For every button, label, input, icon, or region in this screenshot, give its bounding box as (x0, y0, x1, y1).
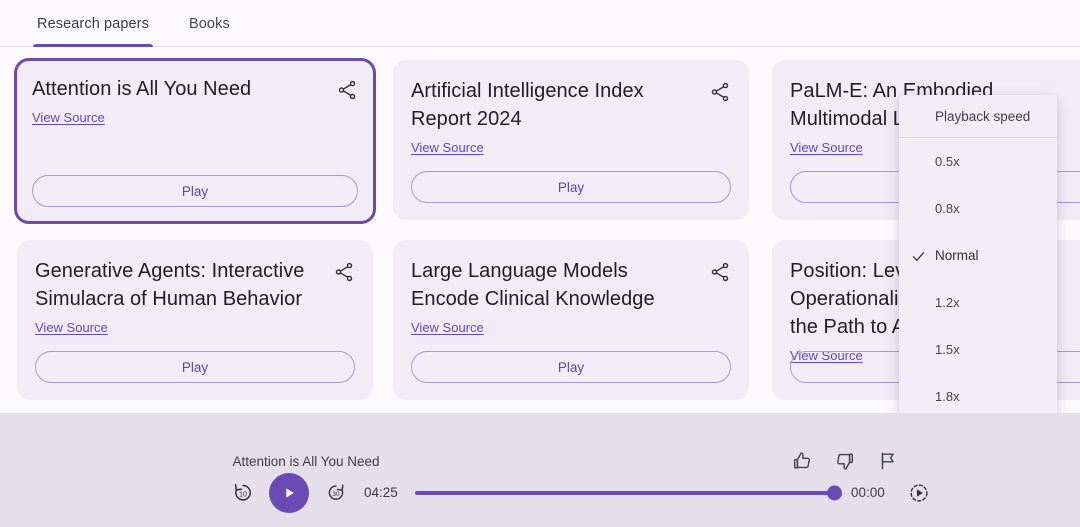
menu-item-speed[interactable]: 1.2x (899, 279, 1057, 326)
menu-item-label: 1.5x (935, 342, 960, 357)
player-action-group (791, 450, 899, 472)
card-header: Artificial Intelligence Index Report 202… (411, 77, 731, 133)
tab-label: Books (189, 16, 230, 32)
paper-card[interactable]: Generative Agents: Interactive Simulacra… (17, 240, 373, 400)
tab-active-underline (33, 44, 153, 47)
transport-controls: 10 30 04:25 00:00 (0, 473, 1080, 513)
card-header: Generative Agents: Interactive Simulacra… (35, 257, 355, 313)
view-source-link[interactable]: View Source (411, 140, 484, 155)
forward-30-icon[interactable]: 30 (325, 481, 347, 503)
play-pause-button[interactable] (269, 473, 309, 513)
paper-card[interactable]: Large Language Models Encode Clinical Kn… (393, 240, 749, 400)
card-title: Generative Agents: Interactive Simulacra… (35, 257, 321, 313)
card-title: Attention is All You Need (32, 75, 251, 103)
menu-item-speed[interactable]: 1.5x (899, 326, 1057, 373)
card-title: Artificial Intelligence Index Report 202… (411, 77, 697, 133)
check-icon (911, 249, 925, 263)
progress-thumb[interactable] (827, 486, 842, 501)
menu-item-speed[interactable]: 0.5x (899, 138, 1057, 185)
now-playing-title: Attention is All You Need (232, 454, 379, 469)
play-icon (281, 485, 297, 501)
flag-icon[interactable] (877, 450, 899, 472)
thumbs-up-icon[interactable] (791, 450, 813, 472)
card-header: Attention is All You Need (32, 75, 358, 103)
tab-label: Research papers (37, 16, 149, 32)
svg-text:30: 30 (332, 491, 340, 498)
menu-item-label: 0.5x (935, 154, 960, 169)
view-source-link[interactable]: View Source (411, 320, 484, 335)
menu-header: Playback speed (899, 95, 1057, 138)
replay-10-icon[interactable]: 10 (231, 480, 255, 504)
menu-item-label: 1.8x (935, 389, 960, 404)
card-title: Large Language Models Encode Clinical Kn… (411, 257, 697, 313)
audio-player-bar: Attention is All You Need (0, 413, 1080, 527)
menu-item-label: 1.2x (935, 295, 960, 310)
share-icon[interactable] (709, 81, 731, 103)
menu-item-label: Normal (935, 248, 979, 263)
share-icon[interactable] (336, 79, 358, 101)
menu-item-speed[interactable]: 0.8x (899, 185, 1057, 232)
paper-card[interactable]: Attention is All You Need View Source Pl… (14, 58, 376, 224)
card-header: Large Language Models Encode Clinical Kn… (411, 257, 731, 313)
view-source-link[interactable]: View Source (790, 140, 863, 155)
tab-books[interactable]: Books (185, 0, 234, 47)
elapsed-time: 04:25 (364, 485, 398, 500)
menu-item-label: 0.8x (935, 201, 960, 216)
play-button[interactable]: Play (32, 175, 358, 207)
progress-slider[interactable] (415, 491, 835, 495)
menu-item-speed[interactable]: Normal (899, 232, 1057, 279)
tab-bar: Research papers Books (0, 0, 1080, 47)
play-button[interactable]: Play (411, 351, 731, 383)
paper-card[interactable]: Artificial Intelligence Index Report 202… (393, 60, 749, 220)
svg-text:10: 10 (239, 492, 247, 499)
play-button[interactable]: Play (411, 171, 731, 203)
tab-research-papers[interactable]: Research papers (33, 0, 153, 47)
remaining-time: 00:00 (851, 485, 885, 500)
view-source-link[interactable]: View Source (35, 320, 108, 335)
thumbs-down-icon[interactable] (834, 450, 856, 472)
app-root: Research papers Books Attention is All Y… (0, 0, 1080, 527)
play-button[interactable]: Play (35, 351, 355, 383)
now-playing-title-wrap: Attention is All You Need (0, 454, 1080, 469)
playback-speed-icon[interactable] (908, 482, 930, 504)
view-source-link[interactable]: View Source (32, 110, 105, 125)
share-icon[interactable] (709, 261, 731, 283)
share-icon[interactable] (333, 261, 355, 283)
